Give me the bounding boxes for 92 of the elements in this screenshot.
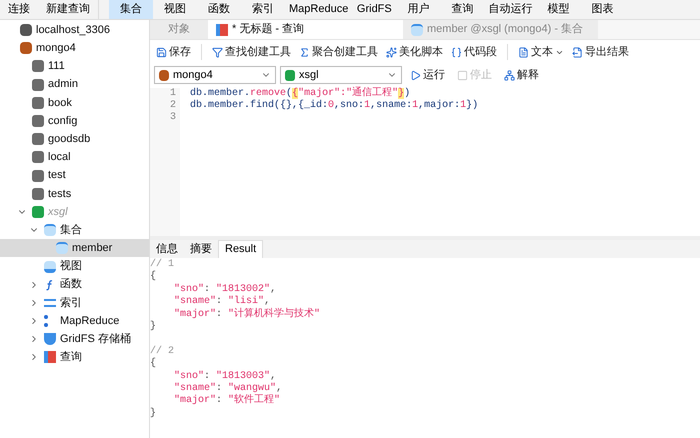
funnel-icon xyxy=(212,46,223,58)
database-icon xyxy=(32,96,44,109)
toolbar-button[interactable]: 代码段 xyxy=(449,42,499,62)
toolbar-button[interactable]: 查找创建工具 xyxy=(210,42,293,62)
database-icon xyxy=(32,170,44,182)
tree-item[interactable]: localhost_3306 xyxy=(0,21,149,40)
tree-item[interactable]: config xyxy=(0,112,149,130)
menu-tab[interactable]: 视图 xyxy=(153,0,197,19)
tree-item[interactable]: GridFS 存储桶 xyxy=(0,330,149,348)
result-line: "major": "软件工程" xyxy=(173,395,280,408)
database-icon xyxy=(32,78,44,91)
menu-tab[interactable]: 函数 xyxy=(197,0,241,19)
tree-item[interactable]: MapReduce xyxy=(0,312,149,330)
stop-icon xyxy=(457,70,468,80)
result-tab[interactable]: 信息 xyxy=(150,240,184,258)
menu-tab[interactable]: GridFS xyxy=(352,0,396,19)
result-tab[interactable]: Result xyxy=(218,240,264,258)
sigma-icon xyxy=(299,46,310,58)
index-icon xyxy=(44,298,56,307)
tree-item[interactable]: member xyxy=(0,239,149,258)
export-icon xyxy=(572,46,583,58)
tree-item[interactable]: local xyxy=(0,148,149,166)
result-tab[interactable]: 摘要 xyxy=(184,240,218,258)
bucket-icon xyxy=(44,333,56,346)
comment-line: // 2 xyxy=(150,346,174,358)
toolbar-button[interactable]: 保存 xyxy=(154,42,193,62)
tree-item[interactable]: 查询 xyxy=(0,348,149,367)
tree-item[interactable]: book xyxy=(0,94,149,112)
brace: } xyxy=(150,321,156,334)
tree-item[interactable]: tests xyxy=(0,184,149,203)
braces-icon xyxy=(451,46,462,58)
result-line: "sno": "1813002", xyxy=(173,284,276,296)
menu-tab[interactable]: MapReduce xyxy=(285,0,352,19)
comment-line: // 1 xyxy=(150,259,174,270)
menu-tab[interactable]: 查询 xyxy=(440,0,484,19)
brace: { xyxy=(150,271,156,284)
line-number: 1 xyxy=(168,88,176,100)
brace: } xyxy=(150,408,156,420)
tree-item[interactable]: 111 xyxy=(0,57,149,76)
database-icon xyxy=(285,70,295,80)
tree-item[interactable]: 函数 xyxy=(0,276,149,294)
database-select[interactable]: xsgl xyxy=(280,66,402,84)
action-button[interactable]: 解释 xyxy=(500,66,543,84)
brace: { xyxy=(150,358,156,371)
table-icon xyxy=(411,24,423,36)
line-number: 2 xyxy=(168,100,176,112)
menu-tab[interactable]: 自动运行 xyxy=(484,0,536,19)
play-icon xyxy=(410,70,421,80)
result-line: "sname": "lisi", xyxy=(173,296,270,308)
menu-tab[interactable]: 新建查询 xyxy=(38,0,99,19)
toolbar-button[interactable]: 导出结果 xyxy=(570,42,631,62)
view-icon xyxy=(44,260,56,273)
action-button[interactable]: 运行 xyxy=(406,66,449,84)
query-icon xyxy=(216,24,228,36)
database-icon xyxy=(32,151,44,164)
tree-item[interactable]: mongo4 xyxy=(0,39,149,58)
tree-item[interactable]: 索引 xyxy=(0,294,149,312)
database-icon xyxy=(32,115,44,128)
document-tab[interactable]: * 无标题 - 查询 xyxy=(208,20,403,39)
save-icon xyxy=(156,46,167,58)
database-icon xyxy=(32,206,44,218)
database-icon xyxy=(32,188,44,200)
sparkle-icon xyxy=(386,46,397,58)
code-line: db.member.find({},{_id:0,sno:1,sname:1,major:1}) xyxy=(190,100,478,112)
tree-item[interactable]: admin xyxy=(0,76,149,94)
table-icon xyxy=(56,242,68,254)
database-icon xyxy=(32,60,44,72)
tree-item[interactable]: 集合 xyxy=(0,221,149,240)
tree-item[interactable]: 视图 xyxy=(0,257,149,276)
menu-tab[interactable]: 索引 xyxy=(241,0,285,19)
connection-select[interactable]: mongo4 xyxy=(154,66,276,84)
query-icon xyxy=(44,351,56,364)
diagram-icon xyxy=(504,70,515,80)
toolbar-button[interactable]: 文本 xyxy=(516,42,566,62)
toolbar-button[interactable]: 美化脚本 xyxy=(384,42,445,62)
line-number: 3 xyxy=(168,112,176,124)
table-icon xyxy=(44,224,56,236)
toolbar-button[interactable]: 聚合创建工具 xyxy=(297,42,380,62)
result-line: "major": "计算机科学与技术" xyxy=(173,308,320,322)
result-line: "sname": "wangwu", xyxy=(173,383,282,394)
menu-tab[interactable]: 模型 xyxy=(536,0,580,19)
menu-tab[interactable]: 集合 xyxy=(109,0,153,19)
result-line: "sno": "1813003", xyxy=(173,370,276,382)
code-editor[interactable]: 1 2 3 db.member.remove({"major":"通信工程"}) db.member.find({},{_id:0,sno:1,sname:1,major:1}) xyxy=(150,86,700,240)
document-icon xyxy=(518,46,529,58)
menu-tab[interactable]: 连接 xyxy=(0,0,38,19)
menu-tab[interactable]: 用户 xyxy=(396,0,440,19)
menu-tab[interactable]: 图表 xyxy=(580,0,624,19)
tree-item[interactable]: test xyxy=(0,166,149,185)
tree-item[interactable]: goodsdb xyxy=(0,130,149,148)
code-line: db.member.remove({"major":"通信工程"}) xyxy=(190,88,412,100)
database-icon xyxy=(32,133,44,146)
